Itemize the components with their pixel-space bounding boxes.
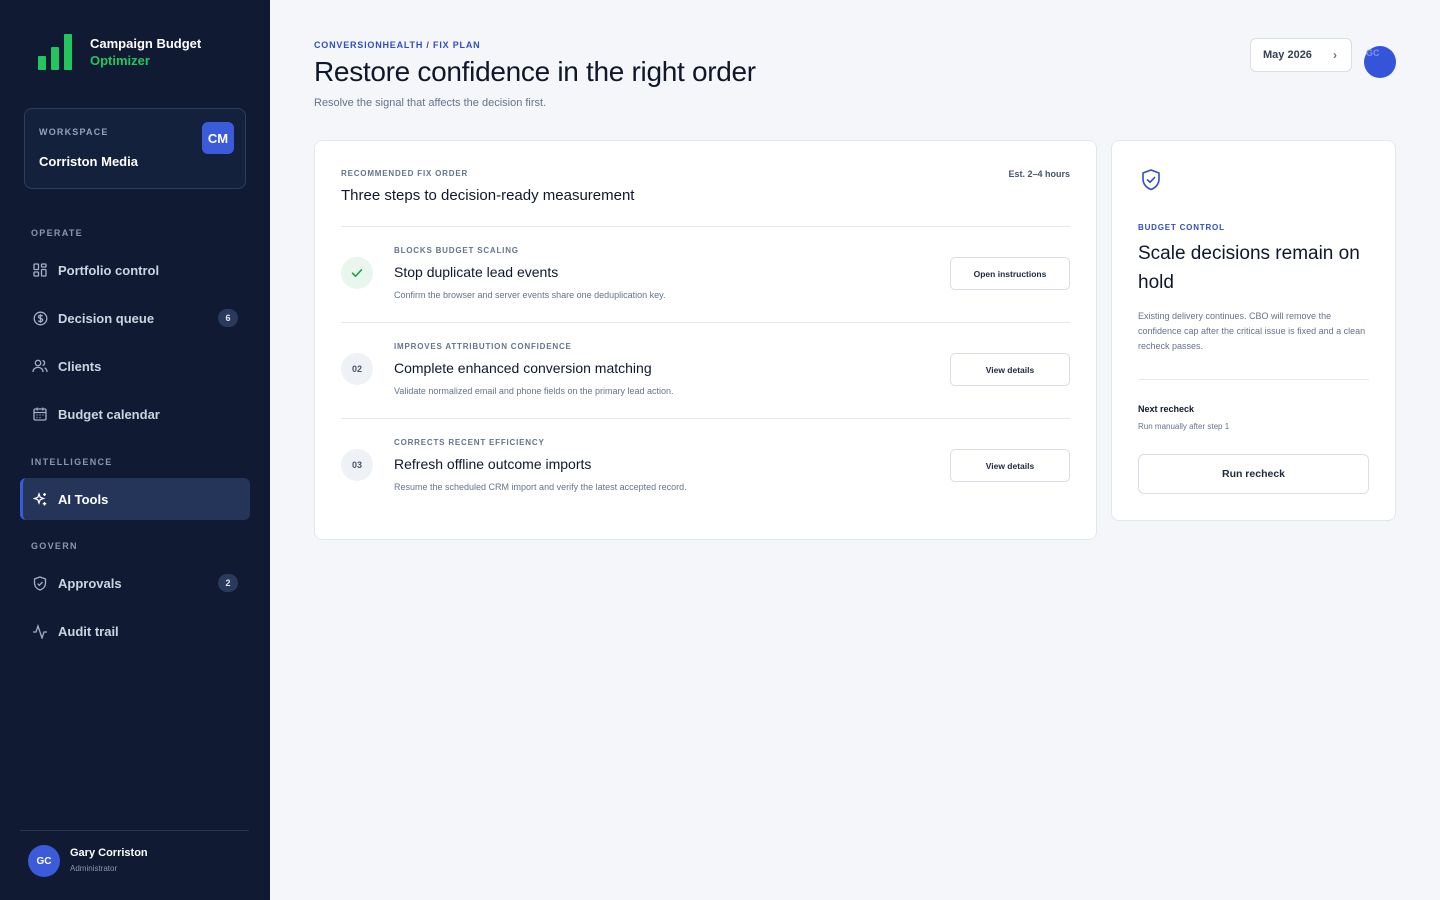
decision-queue-count-badge: 6 [218,309,238,327]
step-kicker: IMPROVES ATTRIBUTION CONFIDENCE [394,342,572,351]
budget-control-card: BUDGET CONTROL Scale decisions remain on… [1111,140,1396,521]
workspace-switcher[interactable]: WORKSPACE Corriston Media CM [24,108,246,189]
open-instructions-button[interactable]: Open instructions [950,257,1070,290]
sidebar-item-audit-trail[interactable]: Audit trail [20,610,250,652]
sidebar-item-decision-queue[interactable]: Decision queue 6 [20,297,250,339]
fix-step-2: 02 IMPROVES ATTRIBUTION CONFIDENCE Compl… [341,322,1070,418]
page-title: Restore confidence in the right order [314,56,756,87]
nav-section-intelligence: INTELLIGENCE [31,457,113,467]
step-number: 02 [341,353,373,385]
workspace-name: Corriston Media [39,154,138,169]
sidebar-item-label: Clients [58,358,102,374]
nav-section-operate: OPERATE [31,228,83,238]
next-recheck-label: Next recheck [1138,404,1195,414]
approvals-count-badge: 2 [218,574,238,592]
sparkle-icon [32,491,48,507]
run-recheck-button[interactable]: Run recheck [1138,454,1369,494]
control-kicker: BUDGET CONTROL [1138,223,1225,232]
control-title: Scale decisions remain on hold [1138,243,1360,293]
app-title: Campaign Budget [90,36,202,51]
plan-title: Three steps to decision-ready measuremen… [341,187,635,204]
calendar-icon [32,406,48,422]
step-title: Stop duplicate lead events [394,264,559,280]
shield-check-icon [32,575,48,591]
sidebar-item-approvals[interactable]: Approvals 2 [20,562,250,604]
plan-estimate: Est. 2–4 hours [1008,169,1070,179]
sidebar-divider [20,830,249,831]
bar-chart-logo-icon [38,34,72,70]
fix-step-3: 03 CORRECTS RECENT EFFICIENCY Refresh of… [341,418,1070,514]
user-profile[interactable]: GC Gary Corriston Administrator [28,845,148,877]
fix-plan-card: RECOMMENDED FIX ORDER Three steps to dec… [314,140,1097,540]
app-subtitle: Optimizer [90,53,150,68]
fix-step-1: BLOCKS BUDGET SCALING Stop duplicate lea… [341,226,1070,322]
sidebar-item-label: Portfolio control [58,262,160,278]
sidebar-item-budget-calendar[interactable]: Budget calendar [20,393,250,435]
sidebar-item-label: Decision queue [58,310,155,326]
step-number: 03 [341,449,373,481]
nav-section-govern: GOVERN [31,541,78,551]
sidebar-item-label: AI Tools [58,491,109,507]
step-description: Validate normalized email and phone fiel… [394,386,674,396]
dollar-circle-icon [32,310,48,326]
user-name: Gary Corriston [70,847,148,859]
avatar: GC [28,845,60,877]
grid-icon [32,262,48,278]
workspace-badge: CM [202,122,234,154]
step-kicker: CORRECTS RECENT EFFICIENCY [394,438,545,447]
step-title: Complete enhanced conversion matching [394,360,652,376]
step-description: Resume the scheduled CRM import and veri… [394,482,687,492]
sidebar-item-label: Budget calendar [58,406,160,422]
sidebar-item-ai-tools[interactable]: AI Tools [20,478,250,520]
next-recheck-note: Run manually after step 1 [1138,422,1230,431]
user-role: Administrator [70,864,118,873]
users-icon [32,358,48,374]
breadcrumb: CONVERSIONHEALTH / FIX PLAN [314,40,481,50]
check-icon [341,257,373,289]
divider [1138,379,1369,380]
sidebar-item-label: Approvals [58,575,122,591]
sidebar-item-portfolio-control[interactable]: Portfolio control [20,249,250,291]
step-description: Confirm the browser and server events sh… [394,290,666,300]
month-label: May 2026 [1263,49,1312,61]
chevron-right-icon: › [1333,48,1337,62]
brand[interactable]: Campaign Budget Optimizer [38,34,201,70]
step-kicker: BLOCKS BUDGET SCALING [394,246,519,255]
header-avatar[interactable]: GC [1364,46,1396,78]
workspace-label: WORKSPACE [39,127,109,137]
sidebar-item-label: Audit trail [58,623,119,639]
header-avatar-initials: GC [1366,48,1380,58]
view-details-button[interactable]: View details [950,353,1070,386]
shield-check-icon [1140,168,1162,192]
control-description: Existing delivery continues. CBO will re… [1138,311,1366,351]
plan-kicker: RECOMMENDED FIX ORDER [341,169,469,178]
sidebar: Campaign Budget Optimizer WORKSPACE Corr… [0,0,270,900]
sidebar-item-clients[interactable]: Clients [20,345,250,387]
page-subtitle: Resolve the signal that affects the deci… [314,97,547,109]
month-selector-button[interactable]: May 2026 › [1250,38,1352,72]
activity-icon [32,623,48,639]
view-details-button[interactable]: View details [950,449,1070,482]
step-title: Refresh offline outcome imports [394,456,592,472]
